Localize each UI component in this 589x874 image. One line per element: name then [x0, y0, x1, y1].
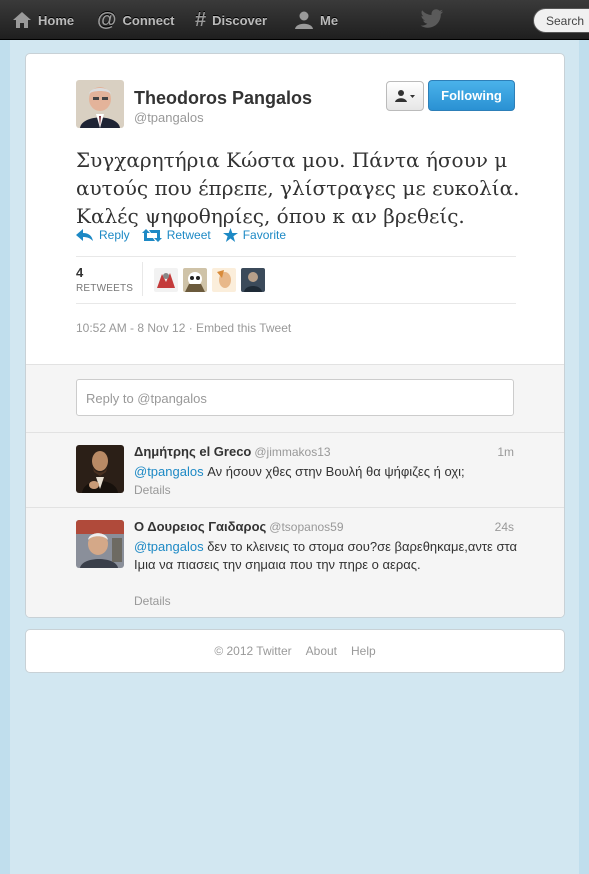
reply-body: Αν ήσουν χθες στην Βουλή θα ψήφιζες ή οχ… — [203, 464, 465, 479]
tweet-text-line: Καλές ψηφοθηρίες, όπου κ αν βρεθείς. — [76, 204, 465, 228]
retweeter-avatars — [154, 268, 265, 292]
mention-link[interactable]: @tpangalos — [134, 539, 204, 554]
nav-home[interactable]: Home — [12, 0, 74, 40]
home-icon — [13, 12, 31, 28]
hashtag-icon: # — [195, 9, 207, 31]
retweet-label: Retweet — [166, 228, 211, 242]
reply-time[interactable]: 1m — [497, 445, 514, 459]
tweet-text: Συγχαρητήρια Κώστα μου. Πάντα ήσουν μ αυ… — [76, 146, 536, 230]
retweeter-avatar[interactable] — [241, 268, 265, 292]
retweet-count[interactable]: 4 — [76, 265, 83, 280]
nav-me[interactable]: Me — [294, 0, 338, 40]
tweet-text-line: αυτούς που έπρεπε, γλίστραγες με ευκολία… — [76, 176, 520, 200]
reply-label: Reply — [99, 228, 130, 242]
tweet-timestamp[interactable]: 10:52 AM - 8 Nov 12 · Embed this Tweet — [76, 321, 291, 335]
mention-link[interactable]: @tpangalos — [134, 464, 204, 479]
reply-text: @tpangalos δεν το κλεινεις το στομα σου?… — [134, 538, 519, 574]
twitter-bird-icon[interactable] — [420, 9, 444, 29]
reply-author[interactable]: Δημήτρης el Greco @jimmakos13 — [134, 444, 331, 459]
reply-time[interactable]: 24s — [495, 520, 514, 534]
reply-author-name: Ο Δουρειος Γαιδαρος — [134, 519, 267, 534]
footer: © 2012 Twitter About Help — [25, 629, 565, 673]
tweet-text-line: Συγχαρητήρια Κώστα μου. Πάντα ήσουν μ — [76, 148, 508, 172]
at-sign-icon: @ — [97, 9, 117, 31]
retweet-icon — [141, 228, 162, 242]
author-name[interactable]: Theodoros Pangalos — [134, 88, 312, 109]
retweeter-avatar[interactable] — [212, 268, 236, 292]
reply-area: Reply to @tpangalos — [26, 364, 564, 432]
retweeter-avatar[interactable] — [154, 268, 178, 292]
favorite-label: Favorite — [242, 228, 287, 242]
top-navigation-bar: Home @ Connect # Discover Me Search — [0, 0, 589, 40]
author-handle[interactable]: @tpangalos — [134, 110, 204, 125]
avatar[interactable] — [76, 80, 124, 128]
footer-about-link[interactable]: About — [306, 644, 337, 658]
user-dropdown-icon — [395, 90, 415, 102]
divider — [142, 262, 143, 296]
divider — [76, 303, 516, 304]
reply-author-handle: @tsopanos59 — [269, 520, 344, 534]
nav-discover-label: Discover — [212, 12, 268, 28]
favorite-button[interactable]: Favorite — [222, 228, 287, 242]
nav-discover[interactable]: # Discover — [195, 0, 267, 40]
tweet-actions: Reply Retweet Favorite — [76, 228, 286, 242]
star-icon — [222, 228, 238, 242]
footer-copyright: © 2012 Twitter — [214, 644, 292, 658]
retweeter-avatar[interactable] — [183, 268, 207, 292]
nav-connect[interactable]: @ Connect — [97, 0, 175, 40]
retweets-label: RETWEETS — [76, 283, 134, 294]
reply-tweet[interactable]: Δημήτρης el Greco @jimmakos13 1m @tpangal… — [26, 432, 564, 507]
divider — [76, 256, 516, 257]
retweet-button[interactable]: Retweet — [141, 228, 211, 242]
search-input[interactable]: Search — [533, 8, 589, 33]
details-link[interactable]: Details — [134, 594, 171, 608]
reply-input[interactable]: Reply to @tpangalos — [76, 379, 514, 416]
nav-me-label: Me — [320, 12, 339, 28]
search-placeholder: Search — [546, 14, 585, 28]
footer-help-link[interactable]: Help — [351, 644, 376, 658]
user-actions-dropdown[interactable] — [386, 81, 424, 111]
reply-tweet[interactable]: Ο Δουρειος Γαιδαρος @tsopanos59 24s @tpan… — [26, 507, 564, 617]
nav-home-label: Home — [38, 12, 75, 28]
avatar[interactable] — [76, 520, 124, 568]
person-icon — [295, 11, 313, 29]
reply-placeholder: Reply to @tpangalos — [86, 391, 207, 406]
reply-icon — [76, 228, 93, 241]
following-button[interactable]: Following — [428, 80, 515, 111]
reply-author-handle: @jimmakos13 — [254, 445, 331, 459]
details-link[interactable]: Details — [134, 483, 171, 497]
reply-author-name: Δημήτρης el Greco — [134, 444, 252, 459]
reply-button[interactable]: Reply — [76, 228, 130, 242]
nav-connect-label: Connect — [122, 12, 175, 28]
reply-author[interactable]: Ο Δουρειος Γαιδαρος @tsopanos59 — [134, 519, 344, 534]
avatar[interactable] — [76, 445, 124, 493]
reply-text: @tpangalos Αν ήσουν χθες στην Βουλή θα ψ… — [134, 463, 519, 481]
tweet-card: Theodoros Pangalos @tpangalos Following … — [25, 53, 565, 618]
